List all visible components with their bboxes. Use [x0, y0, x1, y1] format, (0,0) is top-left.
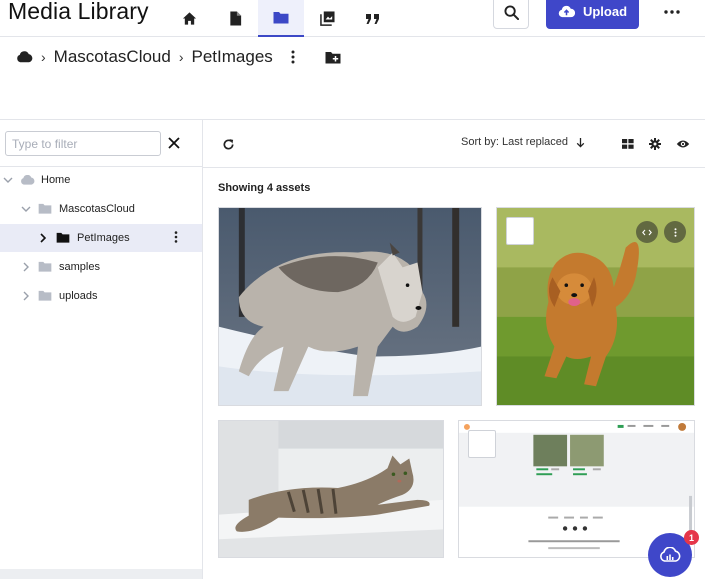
search-icon — [503, 4, 519, 20]
quote-icon — [366, 13, 379, 24]
filter-input[interactable] — [5, 131, 161, 156]
toolbar-divider — [203, 167, 705, 168]
tree-label: PetImages — [77, 232, 130, 244]
grid-view-icon — [622, 139, 634, 149]
breadcrumb-item-petimages[interactable]: PetImages — [192, 47, 273, 67]
cloud-icon — [17, 51, 33, 63]
arrow-down-icon[interactable] — [576, 137, 585, 148]
nav-collections[interactable] — [304, 0, 350, 37]
folder-sidebar: Home MascotasCloud PetImages samples — [0, 120, 203, 579]
chevron-right-icon[interactable] — [37, 232, 49, 244]
chevron-down-icon[interactable] — [20, 203, 32, 215]
notification-badge: 1 — [684, 530, 699, 545]
chevron-right-icon[interactable] — [20, 290, 32, 302]
folder-icon — [38, 203, 52, 214]
gear-icon — [649, 138, 661, 150]
select-checkbox[interactable] — [506, 217, 534, 245]
tree-label: MascotasCloud — [59, 203, 135, 215]
tree-label: uploads — [59, 290, 98, 302]
tree-label: Home — [41, 174, 71, 186]
document-icon — [229, 11, 241, 26]
asset-options-button[interactable] — [664, 221, 686, 243]
nav-quotes[interactable] — [350, 0, 396, 37]
tree-item-petimages[interactable]: PetImages — [0, 224, 202, 252]
kebab-icon — [174, 231, 178, 243]
asset-image — [219, 421, 443, 557]
tree-item-mascotascloud[interactable]: MascotasCloud — [0, 195, 202, 223]
more-options-button[interactable] — [654, 0, 690, 24]
more-horizontal-icon — [664, 10, 680, 14]
tree-item-samples[interactable]: samples — [0, 253, 202, 281]
asset-card-wolf[interactable] — [218, 207, 482, 406]
tree-item-home[interactable]: Home — [0, 166, 202, 194]
breadcrumb-item-mascotascloud[interactable]: MascotasCloud — [54, 47, 171, 67]
upload-button[interactable]: Upload — [546, 0, 639, 29]
grid-view-button[interactable] — [619, 135, 637, 153]
select-checkbox[interactable] — [468, 430, 496, 458]
folder-icon — [38, 290, 52, 301]
folder-icon — [56, 232, 70, 243]
kebab-icon — [291, 50, 295, 64]
folder-icon — [38, 261, 52, 272]
preview-toggle-button[interactable] — [674, 135, 692, 153]
clear-filter-button[interactable] — [166, 135, 182, 151]
chevron-right-icon: › — [41, 49, 46, 65]
tree-label: samples — [59, 261, 100, 273]
asset-card-cat[interactable] — [218, 420, 444, 558]
eye-icon — [676, 140, 690, 148]
asset-image — [219, 208, 481, 405]
sort-label: Sort by: Last replaced — [461, 136, 569, 148]
top-bar: Media Library Upload — [0, 0, 705, 37]
home-icon — [182, 12, 196, 25]
new-folder-icon — [325, 51, 341, 63]
tree-item-uploads[interactable]: uploads — [0, 282, 202, 310]
app-title: Media Library — [8, 0, 149, 24]
nav-folders[interactable] — [258, 0, 304, 37]
cloud-status-icon — [660, 547, 681, 562]
nav-documents[interactable] — [212, 0, 258, 37]
new-folder-button[interactable] — [325, 51, 341, 64]
kebab-icon — [674, 227, 676, 237]
asset-count: Showing 4 assets — [218, 182, 311, 194]
cloud-upload-icon — [558, 5, 575, 18]
nav-home[interactable] — [166, 0, 212, 37]
folder-options-button[interactable] — [291, 50, 295, 64]
upload-label: Upload — [582, 4, 628, 19]
tree-item-options-button[interactable] — [174, 231, 178, 243]
collections-icon — [319, 11, 335, 26]
close-icon — [168, 137, 180, 149]
search-button[interactable] — [493, 0, 529, 29]
horizontal-scrollbar[interactable] — [0, 569, 202, 579]
folder-icon — [273, 12, 289, 24]
refresh-icon — [223, 138, 234, 150]
chevron-down-icon[interactable] — [2, 174, 14, 186]
cloud-icon — [20, 175, 35, 185]
sort-dropdown[interactable]: Sort by: Last replaced — [461, 136, 585, 148]
code-icon — [642, 229, 652, 235]
refresh-button[interactable] — [219, 135, 237, 153]
chevron-right-icon[interactable] — [20, 261, 32, 273]
chevron-right-icon: › — [178, 49, 184, 65]
settings-button[interactable] — [646, 135, 664, 153]
asset-card-dog[interactable] — [496, 207, 695, 406]
breadcrumb: › MascotasCloud › PetImages — [16, 44, 341, 70]
embed-code-button[interactable] — [636, 221, 658, 243]
